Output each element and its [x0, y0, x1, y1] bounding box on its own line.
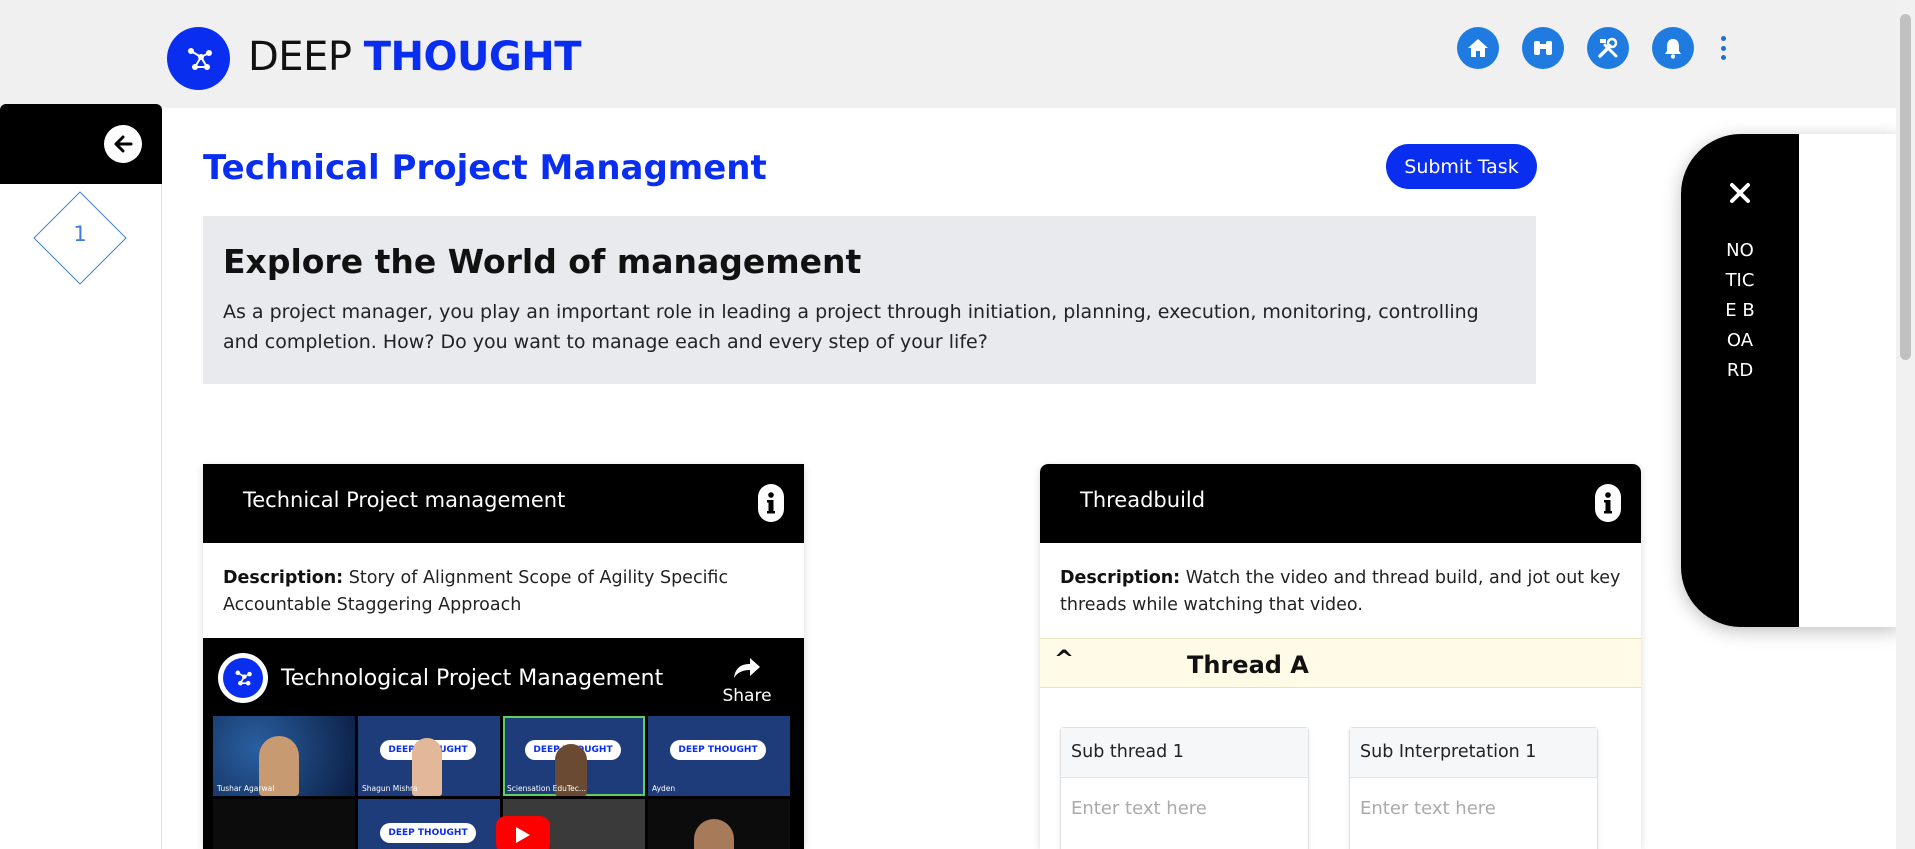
- share-icon: [734, 658, 760, 678]
- participant-tile: DEEP THOUGHT: [358, 799, 500, 849]
- participant-tile-active: DEEP THOUGHT Sciensation EduTec...: [503, 716, 645, 796]
- scrollbar-thumb[interactable]: [1900, 14, 1911, 360]
- bell-icon[interactable]: [1652, 27, 1694, 69]
- sub-interpretation-box: Sub Interpretation 1: [1349, 727, 1598, 849]
- intro-panel: Explore the World of management As a pro…: [203, 216, 1536, 384]
- desc-label: Description:: [223, 568, 344, 588]
- sub-thread-label: Sub thread 1: [1061, 728, 1308, 778]
- video-card-description: Description: Story of Alignment Scope of…: [203, 543, 804, 641]
- brand-part1: DEEP: [248, 34, 352, 80]
- intro-heading: Explore the World of management: [223, 242, 862, 281]
- video-title[interactable]: Technological Project Management: [281, 666, 663, 691]
- tile-logo: DEEP THOUGHT: [380, 823, 476, 843]
- play-icon[interactable]: [496, 816, 550, 849]
- participant-name: Shagun Mishra: [362, 784, 418, 793]
- threadbuild-card: Threadbuild Description: Watch the video…: [1040, 464, 1641, 849]
- share-label: Share: [722, 686, 772, 706]
- participant-tile: Tushar Agarwal: [213, 716, 355, 796]
- notice-board-panel: NOTICE BOARD: [1681, 134, 1899, 627]
- step-number: 1: [73, 222, 87, 246]
- tools-icon[interactable]: [1587, 27, 1629, 69]
- brand-part2: THOUGHT: [363, 34, 582, 80]
- thread-title: Thread A: [1187, 651, 1309, 679]
- desc-label: Description:: [1060, 568, 1181, 588]
- notice-board-strip: NOTICE BOARD: [1681, 134, 1799, 627]
- info-icon[interactable]: [758, 484, 784, 522]
- thread-a-header[interactable]: ^ Thread A: [1040, 638, 1641, 688]
- thread-card-description: Description: Watch the video and thread …: [1040, 543, 1641, 641]
- share-button[interactable]: Share: [722, 656, 772, 706]
- header-nav: [1457, 27, 1694, 69]
- tile-logo: DEEP THOUGHT: [670, 740, 766, 760]
- arrow-left-icon[interactable]: [104, 125, 142, 163]
- logo-icon[interactable]: [167, 27, 230, 90]
- collapse-caret-icon[interactable]: ^: [1054, 645, 1074, 673]
- thread-card-title: Threadbuild: [1080, 488, 1206, 512]
- video-card-title: Technical Project management: [243, 488, 566, 512]
- thread-card-header: Threadbuild: [1040, 464, 1641, 543]
- sidebar-header: [0, 104, 162, 184]
- sub-interpretation-input[interactable]: [1350, 778, 1597, 838]
- participant-name: Tushar Agarwal: [217, 784, 275, 793]
- page-scrollbar[interactable]: [1896, 0, 1915, 849]
- intro-body: As a project manager, you play an import…: [223, 301, 1479, 353]
- page-title: Technical Project Managment: [203, 148, 767, 188]
- kebab-menu-icon[interactable]: [1718, 36, 1728, 60]
- video-card-header: Technical Project management: [203, 464, 804, 543]
- close-icon[interactable]: [1725, 178, 1755, 208]
- home-icon[interactable]: [1457, 27, 1499, 69]
- channel-avatar[interactable]: [218, 653, 268, 703]
- participant-tile: [213, 799, 355, 849]
- app-header: DEEP THOUGHT: [0, 0, 1896, 108]
- participant-tile: DEEP THOUGHT Shagun Mishra: [358, 716, 500, 796]
- video-player[interactable]: Technological Project Management Share T…: [203, 638, 804, 849]
- sub-interpretation-label: Sub Interpretation 1: [1350, 728, 1597, 778]
- participant-name: Ayden: [652, 784, 676, 793]
- participant-name: Sciensation EduTec...: [507, 784, 587, 793]
- sub-thread-input[interactable]: [1061, 778, 1308, 838]
- participant-tile: [648, 799, 790, 849]
- binoculars-icon[interactable]: [1522, 27, 1564, 69]
- info-icon[interactable]: [1595, 484, 1621, 522]
- submit-task-button[interactable]: Submit Task: [1386, 144, 1537, 189]
- notice-board-label: NOTICE BOARD: [1725, 240, 1755, 381]
- brand-name: DEEP THOUGHT: [248, 34, 582, 80]
- sub-thread-box: Sub thread 1: [1060, 727, 1309, 849]
- step-sidebar: 1: [0, 104, 162, 849]
- video-card: Technical Project management Description…: [203, 464, 804, 849]
- participant-tile: DEEP THOUGHT Ayden: [648, 716, 790, 796]
